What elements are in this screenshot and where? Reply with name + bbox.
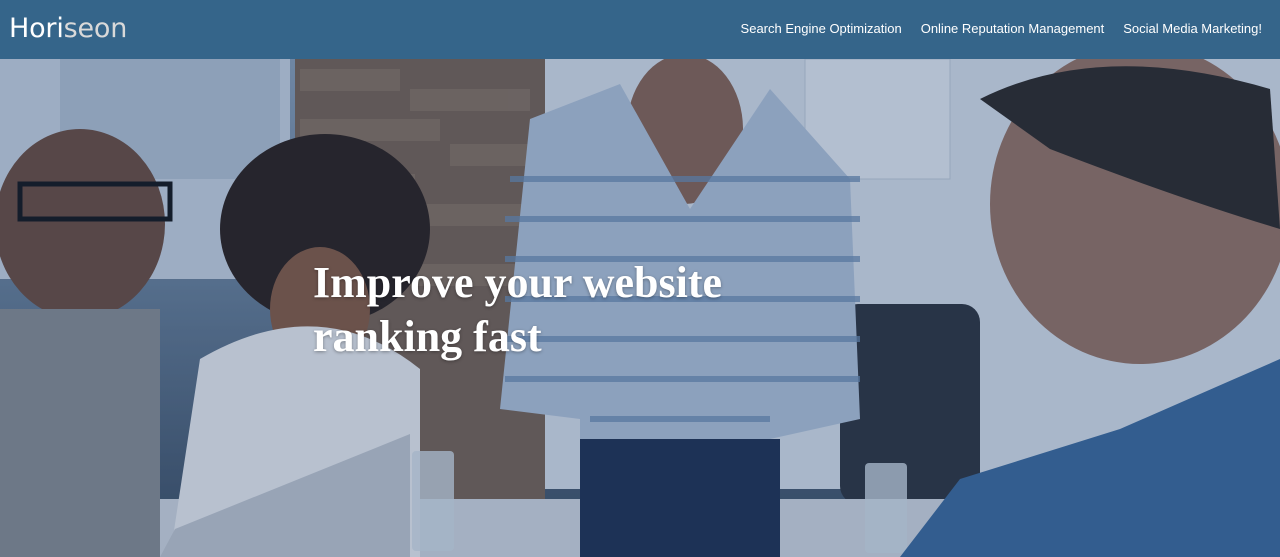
logo-main-text: Hori	[9, 13, 64, 44]
nav-link-social-media[interactable]: Social Media Marketing!	[1123, 20, 1262, 38]
hero-section: Improve your website ranking fast	[0, 59, 1280, 557]
hero-title: Improve your website ranking fast	[313, 258, 723, 361]
site-header: Horiseon Search Engine Optimization Onli…	[0, 0, 1280, 59]
nav-link-reputation[interactable]: Online Reputation Management	[921, 20, 1105, 38]
main-nav: Search Engine Optimization Online Reputa…	[741, 20, 1262, 38]
nav-link-seo[interactable]: Search Engine Optimization	[741, 20, 902, 38]
logo-accent-text: seon	[63, 13, 128, 44]
logo[interactable]: Horiseon	[9, 12, 127, 46]
